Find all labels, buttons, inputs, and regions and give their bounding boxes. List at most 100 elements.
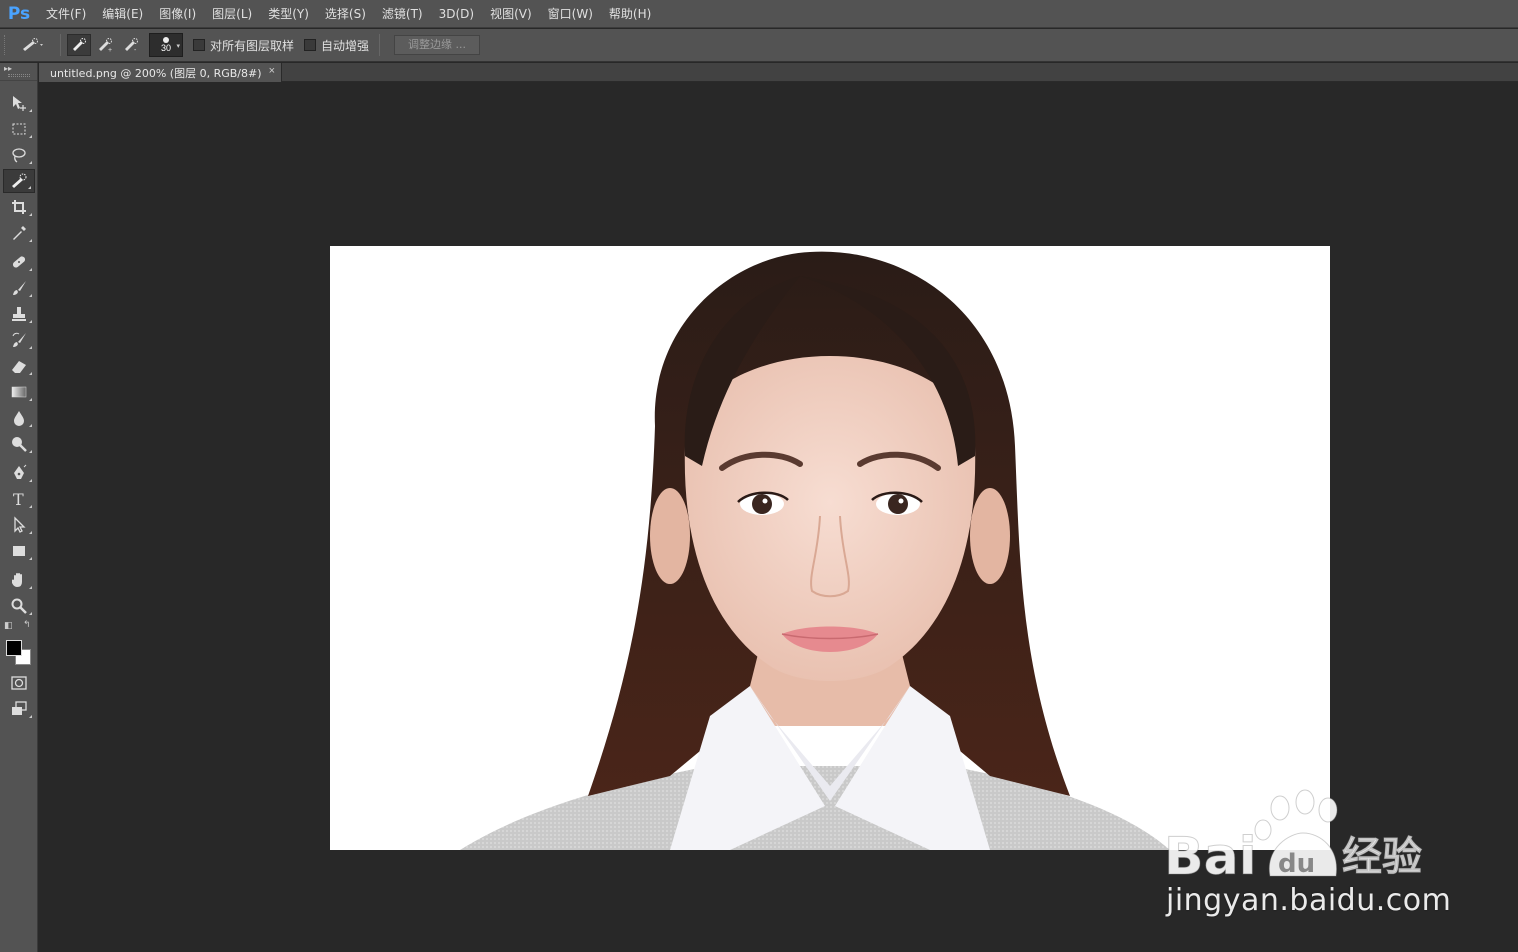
- menu-layer[interactable]: 图层(L): [204, 0, 260, 28]
- path-selection-tool[interactable]: [3, 513, 35, 537]
- menu-3d[interactable]: 3D(D): [431, 0, 482, 28]
- gradient-tool[interactable]: [3, 380, 35, 404]
- zoom-tool[interactable]: [3, 594, 35, 618]
- close-icon[interactable]: ×: [269, 65, 275, 77]
- options-bar: + - 30 ▾ 对所有图层取样 自动增强 调整边缘 ...: [0, 29, 1518, 62]
- subtract-from-selection-button[interactable]: -: [119, 34, 143, 56]
- default-colors-icon[interactable]: ◧: [4, 620, 13, 631]
- marquee-tool[interactable]: [3, 117, 35, 141]
- collapse-panel-icon[interactable]: ▸▸: [4, 64, 12, 73]
- document-tab-bar: untitled.png @ 200% (图层 0, RGB/8#) ×: [39, 63, 1518, 82]
- tools-panel: ▸▸ T ◧ ↰: [0, 63, 38, 952]
- quick-selection-tool[interactable]: [3, 169, 35, 193]
- menu-bar: Ps 文件(F) 编辑(E) 图像(I) 图层(L) 类型(Y) 选择(S) 滤…: [0, 0, 1518, 28]
- crop-icon: [12, 200, 26, 214]
- svg-text:T: T: [13, 490, 24, 508]
- screen-mode-tool[interactable]: [3, 697, 35, 721]
- auto-enhance-checkbox[interactable]: [304, 39, 317, 51]
- history-brush-tool[interactable]: [3, 328, 35, 352]
- auto-enhance-label: 自动增强: [321, 38, 370, 53]
- new-selection-button[interactable]: [67, 34, 91, 56]
- quick-selection-icon: [23, 38, 43, 51]
- document-tab[interactable]: untitled.png @ 200% (图层 0, RGB/8#) ×: [39, 63, 282, 82]
- options-bar-grip[interactable]: [4, 35, 12, 55]
- move-tool[interactable]: [3, 91, 35, 115]
- brush-icon: [13, 281, 26, 295]
- photoshop-window: Ps 文件(F) 编辑(E) 图像(I) 图层(L) 类型(Y) 选择(S) 滤…: [0, 0, 1518, 952]
- menu-file[interactable]: 文件(F): [38, 0, 94, 28]
- swap-colors-icon[interactable]: ↰: [23, 619, 31, 630]
- eraser-icon: [12, 361, 26, 373]
- path-selection-arrow-icon: [14, 516, 26, 533]
- sample-all-layers-label: 对所有图层取样: [210, 38, 295, 53]
- menu-help[interactable]: 帮助(H): [601, 0, 659, 28]
- rectangle-shape-icon: [13, 546, 25, 556]
- screen-mode-icon: [12, 701, 27, 715]
- menu-view[interactable]: 视图(V): [482, 0, 540, 28]
- dodge-tool[interactable]: [3, 432, 35, 456]
- quick-selection-icon: [12, 173, 27, 188]
- baidu-jingyan-watermark: Bai du 经验 jingyan.baidu.com: [1160, 788, 1452, 928]
- new-selection-icon: [73, 38, 86, 51]
- foreground-color-swatch[interactable]: [6, 640, 22, 656]
- svg-text:经验: 经验: [1342, 834, 1422, 880]
- healing-brush-tool[interactable]: [3, 250, 35, 274]
- add-selection-icon: +: [99, 38, 112, 53]
- dodge-icon: [12, 437, 27, 452]
- lasso-icon: [12, 148, 26, 163]
- chevron-down-icon: ▾: [176, 43, 180, 50]
- separator: [379, 34, 381, 56]
- eyedropper-tool[interactable]: [3, 221, 35, 245]
- svg-text:-: -: [134, 47, 137, 53]
- watermark-url: jingyan.baidu.com: [1166, 883, 1452, 918]
- eraser-tool[interactable]: [3, 354, 35, 378]
- clone-stamp-icon: [12, 307, 26, 321]
- svg-text:du: du: [1278, 849, 1315, 879]
- tool-preset-picker[interactable]: [12, 32, 54, 58]
- subtract-selection-icon: -: [125, 38, 138, 53]
- refine-edge-button[interactable]: 调整边缘 ...: [394, 35, 481, 55]
- rectangular-marquee-icon: [12, 123, 26, 135]
- hand-icon: [12, 573, 22, 587]
- svg-text:Bai: Bai: [1164, 827, 1257, 883]
- document-image[interactable]: [330, 246, 1330, 850]
- pen-icon: [14, 464, 27, 479]
- panel-grip[interactable]: [8, 74, 30, 77]
- brush-size-picker[interactable]: 30 ▾: [149, 33, 183, 57]
- history-brush-icon: [12, 332, 26, 347]
- menu-window[interactable]: 窗口(W): [540, 0, 601, 28]
- pen-tool[interactable]: [3, 461, 35, 485]
- tools-panel-header: ▸▸: [0, 63, 37, 81]
- type-tool[interactable]: T: [3, 487, 35, 511]
- move-icon: [13, 96, 26, 111]
- menu-edit[interactable]: 编辑(E): [94, 0, 151, 28]
- type-icon: T: [13, 490, 24, 508]
- baidu-logo-icon: Bai du 经验: [1164, 789, 1423, 888]
- healing-brush-icon: [12, 256, 26, 268]
- menu-image[interactable]: 图像(I): [151, 0, 204, 28]
- menu-filter[interactable]: 滤镜(T): [374, 0, 431, 28]
- portrait-photo: [460, 251, 1170, 850]
- menu-select[interactable]: 选择(S): [317, 0, 374, 28]
- add-to-selection-button[interactable]: +: [93, 34, 117, 56]
- quick-mask-icon: [11, 676, 27, 690]
- eyedropper-icon: [13, 226, 26, 240]
- crop-tool[interactable]: [3, 195, 35, 219]
- hand-tool[interactable]: [3, 568, 35, 592]
- photoshop-logo: Ps: [7, 3, 31, 24]
- blur-tool[interactable]: [3, 406, 35, 430]
- menu-type[interactable]: 类型(Y): [260, 0, 317, 28]
- lasso-tool[interactable]: [3, 143, 35, 167]
- auto-enhance-option[interactable]: 自动增强: [304, 37, 369, 54]
- sample-all-layers-option[interactable]: 对所有图层取样: [193, 37, 294, 54]
- svg-text:+: +: [108, 47, 112, 53]
- blur-drop-icon: [14, 411, 24, 426]
- separator: [60, 34, 61, 56]
- sample-all-layers-checkbox[interactable]: [193, 39, 205, 51]
- quick-mask-tool[interactable]: [3, 671, 35, 695]
- clone-stamp-tool[interactable]: [3, 302, 35, 326]
- rectangle-tool[interactable]: [3, 539, 35, 563]
- brush-tool[interactable]: [3, 276, 35, 300]
- zoom-magnifier-icon: [11, 598, 27, 614]
- document-tab-title: untitled.png @ 200% (图层 0, RGB/8#): [50, 66, 262, 80]
